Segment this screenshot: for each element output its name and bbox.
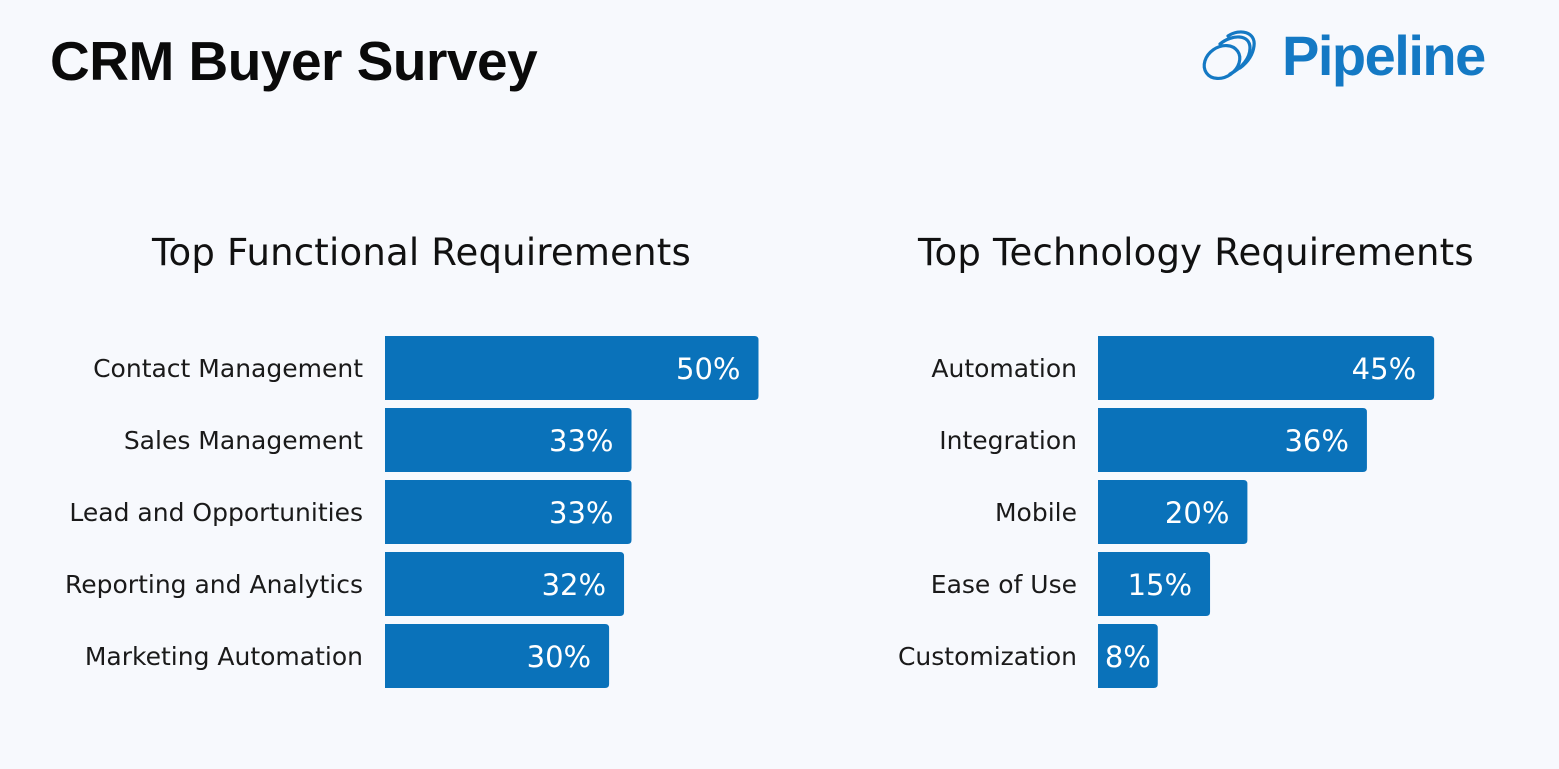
category-label: Mobile xyxy=(995,498,1077,527)
technology-bar-row: Integration 36% xyxy=(939,408,1367,472)
value-label: 36% xyxy=(1284,424,1348,458)
category-label: Integration xyxy=(939,426,1077,455)
technology-bar-row: Customization 8% xyxy=(898,624,1158,688)
category-label: Automation xyxy=(931,354,1077,383)
value-label: 20% xyxy=(1165,496,1229,530)
category-label: Ease of Use xyxy=(931,570,1077,599)
value-label: 8% xyxy=(1105,640,1151,674)
technology-bar-row: Automation 45% xyxy=(931,336,1435,400)
value-label: 45% xyxy=(1352,352,1416,386)
technology-requirements-chart: Automation 45% Integration 36% Mobile 20% Ease… xyxy=(898,336,1435,688)
technology-bar-row: Ease of Use 15% xyxy=(931,552,1211,616)
category-label: Customization xyxy=(898,642,1077,671)
value-label: 15% xyxy=(1128,568,1192,602)
technology-bar-row: Mobile 20% xyxy=(995,480,1248,544)
